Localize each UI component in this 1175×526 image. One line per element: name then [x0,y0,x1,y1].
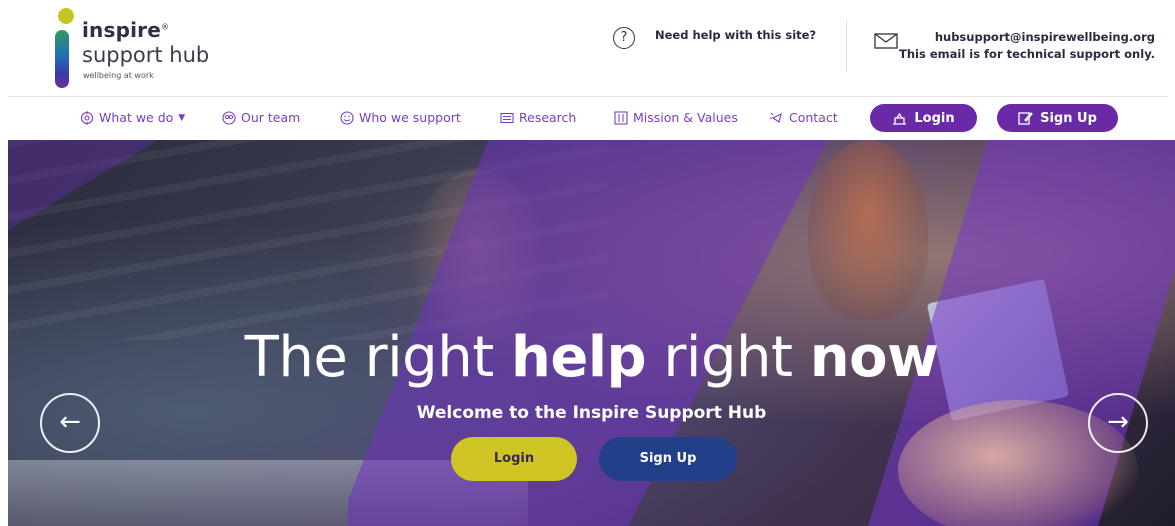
nav-login-label: Login [914,110,955,126]
hero-banner: The right help right now Welcome to the … [8,140,1175,526]
team-icon [222,110,236,125]
nav-label: Contact [789,110,838,125]
mission-icon [614,110,628,125]
logo-dot [58,8,74,24]
research-icon [500,112,514,123]
nav-signup-button[interactable]: Sign Up [997,104,1118,132]
nav-label: Our team [241,110,301,125]
nav-label: Who we support [359,110,461,125]
support-email-note: This email is for technical support only… [899,47,1155,61]
contact-icon [770,112,782,123]
question-circle-icon[interactable]: ? [613,27,635,49]
header-separator [8,96,1168,97]
login-icon [893,112,907,125]
nav-signup-label: Sign Up [1040,110,1097,126]
support-email-link[interactable]: hubsupport@inspirewellbeing.org [935,30,1155,44]
nav-login-button[interactable]: Login [870,104,977,132]
nav-item-mission-values[interactable]: Mission & Values [614,110,738,125]
hero-login-button[interactable]: Login [451,437,577,481]
caret-down-icon: ▼ [178,112,186,123]
logo-bar [55,30,69,88]
envelope-icon [874,33,898,49]
hero-subtitle: Welcome to the Inspire Support Hub [416,403,767,423]
site-header: inspire® support hub wellbeing at work ?… [0,0,1175,96]
nav-item-who-we-support[interactable]: Who we support [340,110,461,125]
smiley-icon [340,110,354,125]
nav-item-what-we-do[interactable]: What we do ▼ [80,110,185,125]
header-divider [846,20,847,72]
hero-title: The right help right now [244,325,939,390]
nav-item-our-team[interactable]: Our team [222,110,300,125]
logo-tagline: wellbeing at work [83,71,154,80]
nav-label: Mission & Values [633,110,738,125]
hero-signup-button[interactable]: Sign Up [599,437,737,481]
help-link[interactable]: Need help with this site? [655,28,816,42]
arrow-left-icon[interactable]: ← [40,393,100,453]
nav-item-research[interactable]: Research [500,110,576,125]
logo-word-inspire: inspire® [82,18,170,42]
nav-item-contact[interactable]: Contact [770,110,838,125]
target-icon [80,110,94,125]
edit-icon [1018,112,1033,125]
inspire-logo[interactable]: inspire® support hub wellbeing at work [52,8,252,88]
logo-word-support-hub: support hub [82,43,210,67]
main-nav: What we do ▼ Our team Who we support Res… [0,102,1175,136]
nav-label: What we do [99,110,174,125]
hero-woman-figure [808,140,928,320]
arrow-right-icon[interactable]: → [1088,393,1148,453]
nav-label: Research [519,110,577,125]
